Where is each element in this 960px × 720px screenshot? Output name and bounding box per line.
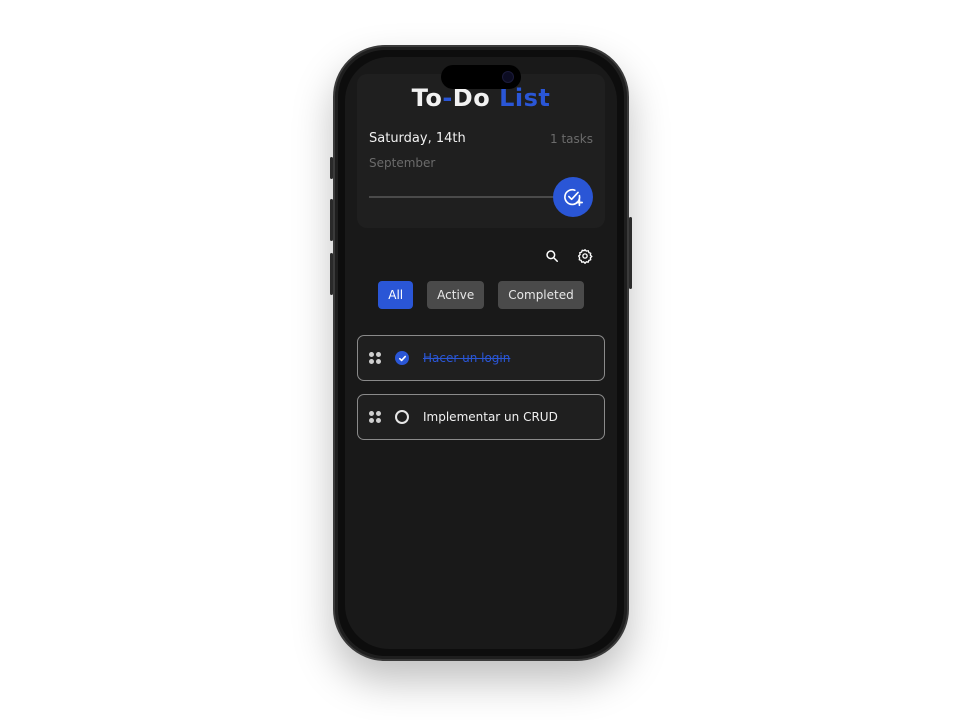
tasks-count: 1 tasks: [550, 132, 593, 146]
dynamic-island: [441, 65, 521, 89]
app-screen: To-Do List Saturday, 14th September 1 ta…: [345, 57, 617, 649]
gear-icon: [578, 249, 593, 264]
todo-checkbox-checked[interactable]: [395, 351, 409, 365]
settings-button[interactable]: [576, 247, 594, 265]
filter-active-button[interactable]: Active: [427, 281, 485, 309]
filter-bar: All Active Completed: [345, 281, 617, 309]
todo-text: Hacer un login: [423, 351, 511, 365]
drag-handle-icon[interactable]: [369, 411, 381, 423]
drag-handle-icon[interactable]: [369, 352, 381, 364]
phone-volume-down: [330, 253, 333, 295]
add-task-button[interactable]: [553, 177, 593, 217]
header-card: To-Do List Saturday, 14th September 1 ta…: [357, 74, 605, 228]
header-divider: [369, 196, 569, 198]
search-button[interactable]: [543, 247, 561, 265]
current-month: September: [369, 156, 436, 170]
search-icon: [546, 250, 559, 263]
todo-checkbox-unchecked[interactable]: [395, 410, 409, 424]
phone-frame: To-Do List Saturday, 14th September 1 ta…: [330, 45, 632, 661]
todo-item-open[interactable]: Implementar un CRUD: [357, 394, 605, 440]
camera-icon: [503, 72, 513, 82]
phone-volume-up: [330, 199, 333, 241]
title-word-to: To: [411, 84, 443, 112]
filter-all-button[interactable]: All: [378, 281, 414, 309]
checkmark-icon: [398, 355, 406, 361]
todo-item-completed[interactable]: Hacer un login: [357, 335, 605, 381]
check-plus-icon: [564, 188, 583, 207]
phone-side-button: [330, 157, 333, 179]
filter-completed-button[interactable]: Completed: [498, 281, 584, 309]
current-date: Saturday, 14th: [369, 131, 466, 146]
todo-text: Implementar un CRUD: [423, 410, 558, 424]
phone-power-button: [629, 217, 632, 289]
